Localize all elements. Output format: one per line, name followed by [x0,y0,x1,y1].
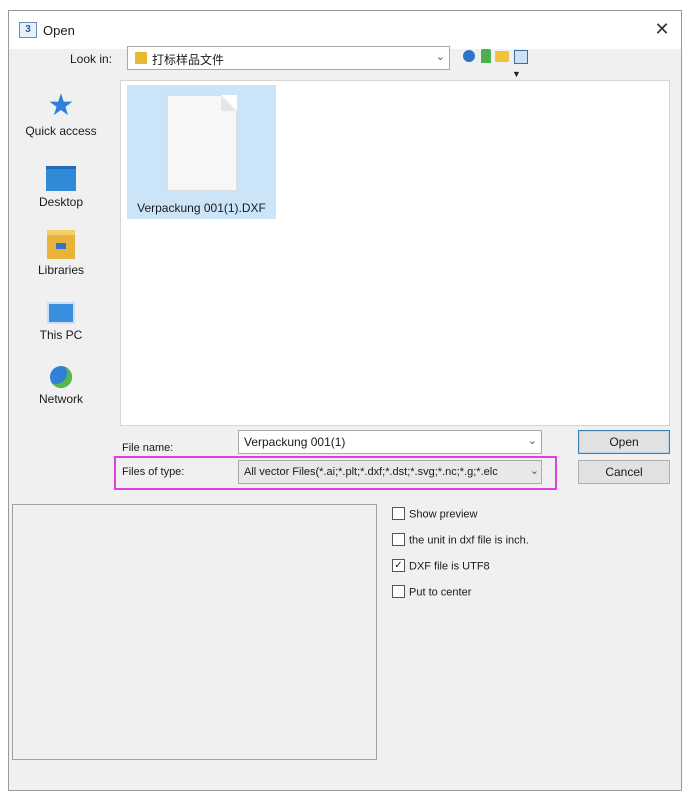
checkbox-box [392,585,405,598]
network-icon [50,366,72,388]
show-preview-checkbox[interactable]: Show preview [392,507,478,521]
file-name: Verpackung 001(1).DXF [137,201,266,215]
look-in-label: Look in: [70,52,113,66]
look-in-value: 打标样品文件 [152,53,225,67]
place-libraries[interactable]: Libraries [8,230,114,277]
file-name-value: Verpackung 001(1) [244,435,346,449]
place-label: Libraries [37,263,85,277]
chevron-down-icon: ⌄ [435,51,445,63]
place-network[interactable]: Network [8,366,114,406]
file-name-input[interactable]: Verpackung 001(1) ⌄ [238,430,542,454]
open-button[interactable]: Open [578,430,670,454]
computer-icon [47,302,75,324]
place-this-pc[interactable]: This PC [8,302,114,342]
place-quick-access[interactable]: ★ Quick access [8,89,114,139]
view-menu-icon[interactable]: ▼ [512,47,538,79]
cancel-button[interactable]: Cancel [578,460,670,484]
unit-inch-checkbox[interactable]: the unit in dxf file is inch. [392,533,529,547]
highlight-box [114,456,557,490]
new-folder-icon[interactable] [493,47,511,65]
document-icon [167,95,237,191]
title-bar: 3 Open ✕ [9,11,681,49]
place-desktop[interactable]: Desktop [8,166,114,209]
preview-pane [12,504,377,760]
dialog-title: Open [43,23,75,38]
checkbox-label: Put to center [409,586,472,599]
libraries-icon [47,230,75,259]
place-label: Quick access [25,124,97,138]
close-button[interactable]: ✕ [649,17,675,43]
desktop-icon [46,166,76,191]
checkbox-label: DXF file is UTF8 [409,560,490,573]
look-in-dropdown[interactable]: 打标样品文件 ⌄ [127,46,450,70]
file-name-label: File name: [122,442,174,454]
checkbox-label: Show preview [409,508,478,521]
file-item[interactable]: Verpackung 001(1).DXF [127,85,276,219]
chevron-down-icon[interactable]: ⌄ [528,434,537,447]
app-icon: 3 [19,22,37,38]
dxf-utf8-checkbox[interactable]: ✓ DXF file is UTF8 [392,559,490,573]
folder-icon [135,52,147,64]
back-icon[interactable] [460,47,478,65]
place-label: Desktop [38,195,84,209]
file-list[interactable]: Verpackung 001(1).DXF [120,80,670,426]
checkbox-box [392,533,405,546]
put-to-center-checkbox[interactable]: Put to center [392,585,472,599]
place-label: Network [38,392,83,406]
checkmark-icon: ✓ [392,559,405,572]
place-label: This PC [39,328,83,342]
checkbox-label: the unit in dxf file is inch. [409,534,529,547]
places-bar: ★ Quick access Desktop Libraries This PC… [8,80,114,420]
star-icon: ★ [47,89,75,122]
checkbox-box [392,507,405,520]
